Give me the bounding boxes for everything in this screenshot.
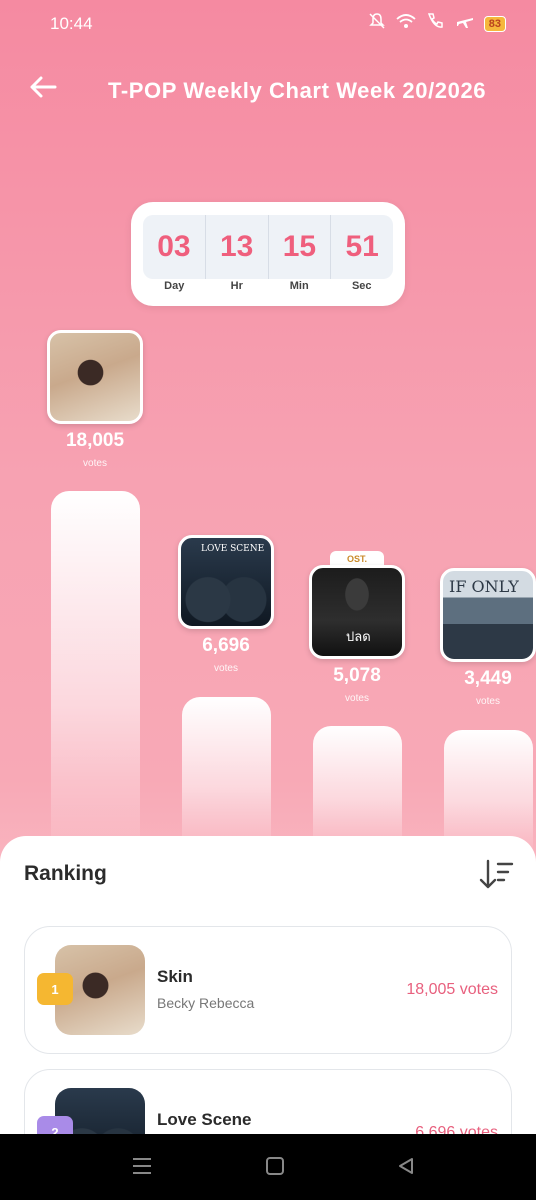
countdown-labels: Day Hr Min Sec <box>143 280 393 292</box>
countdown-day-value: 03 <box>157 230 191 263</box>
podium-votes: 6,696 <box>202 635 250 656</box>
artist-name: Becky Rebecca <box>157 995 255 1011</box>
back-nav-button[interactable] <box>392 1154 420 1182</box>
wifi-icon <box>396 13 416 34</box>
battery-indicator: 83 <box>483 15 506 32</box>
triangle-back-icon <box>396 1156 416 1181</box>
song-title: Skin <box>157 967 193 986</box>
mute-icon <box>368 12 386 35</box>
cover-text: IF ONLY <box>449 577 519 596</box>
podium-item-3[interactable]: OST. ปลด 5,078 votes <box>309 551 405 704</box>
countdown-minute: 15 <box>269 215 332 279</box>
countdown-hour-value: 13 <box>219 230 254 263</box>
podium-votes-unit: votes <box>476 696 500 707</box>
podium-votes-unit: votes <box>214 663 238 674</box>
status-icons: 83 <box>368 12 506 35</box>
screen: 10:44 83 T-POP Weekly Chart Week 20/2026… <box>0 0 536 1200</box>
podium-bar-2 <box>182 697 271 847</box>
ranking-title: Ranking <box>24 862 107 885</box>
sort-button[interactable] <box>478 858 514 892</box>
podium-item-1[interactable]: 18,005 votes <box>47 330 143 469</box>
podium-item-2[interactable]: LOVE SCENE 6,696 votes <box>178 535 274 674</box>
countdown-hour: 13 <box>206 215 269 279</box>
podium-bar-3 <box>313 726 402 846</box>
sort-icon <box>478 859 514 896</box>
cover-image: IF ONLY <box>440 568 536 662</box>
countdown-hour-label: Hr <box>230 280 243 292</box>
podium-votes-unit: votes <box>345 693 369 704</box>
countdown-minute-value: 15 <box>282 230 317 263</box>
song-title: Love Scene <box>157 1110 252 1129</box>
status-bar: 10:44 83 <box>0 0 536 48</box>
page-title: T-POP Weekly Chart Week 20/2026 <box>108 78 487 103</box>
podium-votes: 3,449 <box>464 668 512 689</box>
countdown-second-label: Sec <box>351 280 372 292</box>
cover-image: LOVE SCENE <box>178 535 274 629</box>
rank-badge: 1 <box>37 973 73 1005</box>
countdown-day-label: Day <box>164 280 185 292</box>
countdown-second: 51 <box>331 215 393 279</box>
cover-text: LOVE SCENE <box>201 544 265 554</box>
podium-votes: 5,078 <box>333 665 381 686</box>
podium-bar-4 <box>444 730 533 850</box>
cover-text: ปลด <box>346 630 371 645</box>
vote-count: 18,005 votes <box>406 981 498 998</box>
countdown-second-value: 51 <box>345 230 379 263</box>
airplane-icon <box>456 12 474 35</box>
cover-image <box>47 330 143 424</box>
status-time: 10:44 <box>50 14 93 33</box>
podium-votes-unit: votes <box>83 458 107 469</box>
countdown-day: 03 <box>143 215 206 279</box>
podium-item-4[interactable]: IF ONLY 3,449 votes <box>440 568 536 707</box>
home-button[interactable] <box>261 1154 289 1182</box>
recents-button[interactable] <box>128 1154 156 1182</box>
countdown-values: 03 13 15 51 <box>143 215 393 279</box>
call-icon <box>426 12 446 35</box>
back-button[interactable] <box>26 72 60 106</box>
arrow-left-icon <box>29 75 57 104</box>
podium-votes: 18,005 <box>65 430 125 451</box>
podium-bar-1 <box>51 491 140 851</box>
countdown-minute-label: Min <box>289 280 309 292</box>
ranking-item-1[interactable]: 1 Skin Becky Rebecca 18,005 votes <box>24 926 512 1054</box>
square-icon <box>265 1156 285 1181</box>
system-nav-bar <box>0 1134 536 1200</box>
menu-icon <box>131 1156 153 1181</box>
cover-image: ปลด <box>309 565 405 659</box>
countdown-timer: 03 13 15 51 Day Hr Min Sec <box>131 202 405 306</box>
